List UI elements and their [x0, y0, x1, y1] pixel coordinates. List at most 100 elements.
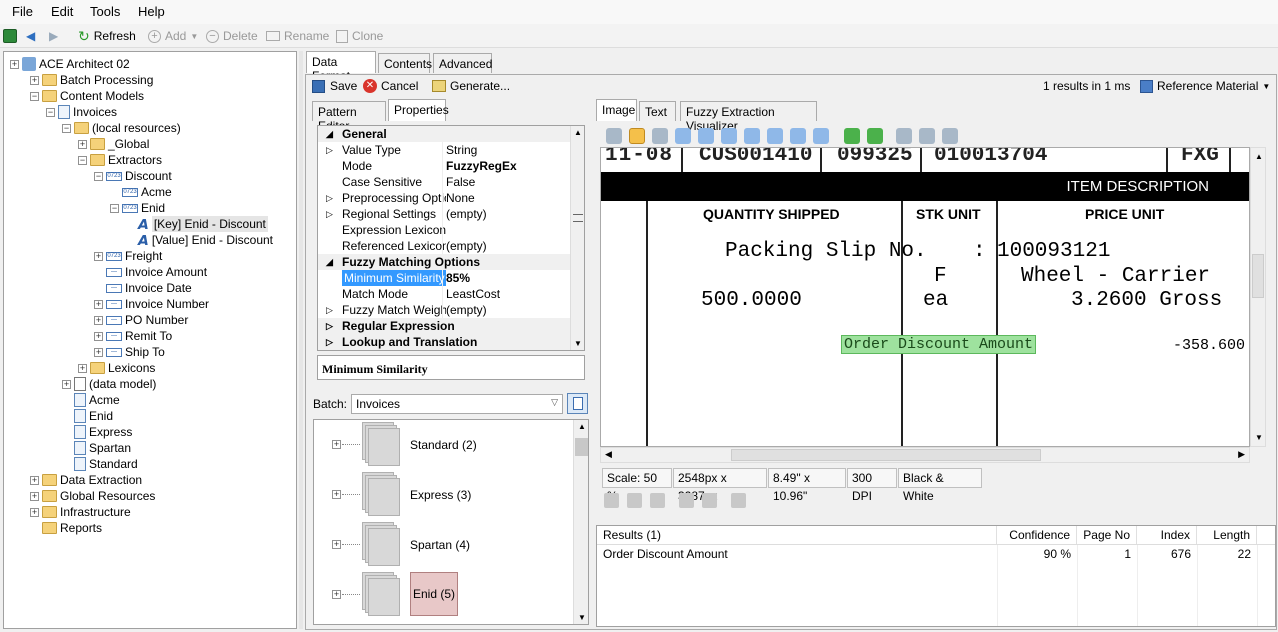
batch-item[interactable]: + Standard (2) [332, 422, 562, 470]
tree-item-inv-number[interactable]: + — Invoice Number [94, 296, 209, 312]
scroll-thumb[interactable] [731, 449, 1041, 461]
tree-item-global[interactable]: + _Global [78, 136, 149, 152]
tree-item-local[interactable]: − (local resources) [62, 120, 181, 136]
menu-tools[interactable]: Tools [90, 4, 120, 19]
menu-help[interactable]: Help [138, 4, 165, 19]
collapse-icon[interactable]: − [94, 171, 103, 181]
zoom-in-icon[interactable] [721, 128, 737, 144]
tree-item-content-models[interactable]: − Content Models [30, 88, 144, 104]
select-icon[interactable] [652, 128, 668, 144]
reference-material-button[interactable]: Reference Material ▼ [1140, 77, 1270, 95]
batch-item[interactable]: + Express (3) [332, 472, 562, 520]
collapse-icon[interactable]: − [78, 155, 87, 165]
scroll-thumb[interactable] [573, 214, 583, 222]
expand-icon[interactable]: ▷ [326, 142, 333, 158]
zoom-out-icon[interactable] [744, 128, 760, 144]
tab-image[interactable]: Image [596, 99, 637, 121]
tab-fuzzy-visualizer[interactable]: Fuzzy Extraction Visualizer [680, 101, 817, 133]
tree-item-batch[interactable]: + Batch Processing [30, 72, 153, 88]
collapse-icon[interactable]: ▷ [326, 318, 333, 334]
tree-item-global-resources[interactable]: + Global Resources [30, 488, 155, 504]
results-column-header[interactable]: Results (1) [597, 526, 997, 544]
page-column-header[interactable]: Page No [1077, 526, 1137, 544]
expand-icon[interactable]: + [30, 507, 39, 517]
tree-item-ship[interactable]: + — Ship To [94, 344, 165, 360]
property-row[interactable]: Case Sensitive False [318, 174, 570, 190]
property-row[interactable]: ▷ Value Type String [318, 142, 570, 158]
tree-item-m-spartan[interactable]: Spartan [62, 440, 131, 456]
menu-file[interactable]: File [12, 4, 33, 19]
expand-icon[interactable]: ▷ [326, 302, 333, 318]
property-row[interactable]: Mode FuzzyRegEx [318, 158, 570, 174]
tree-item-remit[interactable]: + — Remit To [94, 328, 172, 344]
generate-button[interactable]: Generate... [432, 77, 510, 95]
back-button[interactable]: ◀ [26, 27, 35, 45]
property-row[interactable]: Referenced Lexicons (empty) [318, 238, 570, 254]
scroll-thumb[interactable] [575, 438, 588, 456]
tree-item-discount[interactable]: −0723 Discount [94, 168, 172, 184]
clone-button[interactable]: Clone [336, 27, 383, 45]
batch-scrollbar[interactable]: ▲ ▼ [573, 420, 588, 624]
forward-button[interactable]: ▶ [49, 27, 58, 45]
confidence-column-header[interactable]: Confidence [997, 526, 1077, 544]
property-value[interactable]: False [446, 174, 475, 190]
delete-button[interactable]: − Delete [206, 27, 258, 45]
tree-item-inv-amount[interactable]: — Invoice Amount [94, 264, 207, 280]
tree-item-extractors[interactable]: − Extractors [78, 152, 162, 168]
tree-item-acme[interactable]: 0723 Acme [110, 184, 172, 200]
table-row[interactable]: Order Discount Amount 90 % 1 676 22 [597, 545, 1275, 561]
property-value[interactable]: String [446, 142, 477, 158]
expand-icon[interactable]: + [94, 347, 103, 357]
property-row[interactable]: ▷ Preprocessing Option None [318, 190, 570, 206]
expand-icon[interactable]: + [94, 299, 103, 309]
property-row[interactable]: ▷ Fuzzy Match Weighting(empty) [318, 302, 570, 318]
expand-icon[interactable]: + [332, 440, 341, 449]
tab-contents[interactable]: Contents [378, 53, 432, 73]
expand-icon[interactable]: + [332, 590, 341, 599]
adjust-icon[interactable] [650, 493, 665, 508]
property-value[interactable]: FuzzyRegEx [446, 158, 517, 174]
zoom-fit-icon[interactable] [790, 128, 806, 144]
tab-properties[interactable]: Properties [388, 99, 449, 121]
property-category[interactable]: ◢ General [318, 126, 570, 142]
add-button[interactable]: + Add ▼ [148, 27, 198, 45]
property-scrollbar[interactable]: ▲ ▼ [570, 126, 584, 350]
collapse-icon[interactable]: ◢ [326, 254, 333, 270]
expand-icon[interactable]: ▷ [326, 190, 333, 206]
tree-item-data-extraction[interactable]: + Data Extraction [30, 472, 142, 488]
expand-icon[interactable]: + [332, 490, 341, 499]
property-value[interactable]: LeastCost [446, 286, 500, 302]
batch-open-button[interactable] [567, 393, 588, 414]
expand-icon[interactable]: + [62, 379, 71, 389]
collapse-icon[interactable]: − [30, 91, 39, 101]
zoom-width-icon[interactable] [767, 128, 783, 144]
tab-advanced[interactable]: Advanced [433, 53, 492, 73]
expand-icon[interactable]: + [94, 251, 103, 261]
collapse-icon[interactable]: − [110, 203, 119, 213]
hand-icon[interactable] [629, 128, 645, 144]
property-row[interactable]: Expression Lexicon [318, 222, 570, 238]
viewer-hscrollbar[interactable]: ◀ ▶ [600, 447, 1250, 463]
tree-item-m-acme[interactable]: Acme [62, 392, 120, 408]
property-category[interactable]: ▷ Lookup and Translation [318, 334, 570, 350]
tree-item-m-express[interactable]: Express [62, 424, 132, 440]
property-value[interactable]: (empty) [446, 302, 487, 318]
print-icon[interactable] [896, 128, 912, 144]
tree-item-infrastructure[interactable]: + Infrastructure [30, 504, 131, 520]
tab-text[interactable]: Text [639, 101, 676, 121]
expand-icon[interactable]: ▷ [326, 206, 333, 222]
tree-item-reports[interactable]: Reports [30, 520, 102, 536]
batch-item[interactable]: + Spartan (4) [332, 522, 562, 570]
tab-data-format[interactable]: Data Format [306, 51, 376, 83]
expand-icon[interactable]: + [10, 59, 19, 69]
tree-item-po[interactable]: + — PO Number [94, 312, 188, 328]
expand-icon[interactable]: + [30, 491, 39, 501]
scroll-thumb[interactable] [1252, 254, 1264, 298]
collapse-icon[interactable]: ▷ [326, 334, 333, 350]
tree-item-lexicons[interactable]: + Lexicons [78, 360, 155, 376]
crop-icon[interactable] [604, 493, 619, 508]
expand-icon[interactable]: + [30, 475, 39, 485]
zoom-reset-icon[interactable] [813, 128, 829, 144]
expand-icon[interactable]: + [94, 331, 103, 341]
zoom-page-icon[interactable] [698, 128, 714, 144]
